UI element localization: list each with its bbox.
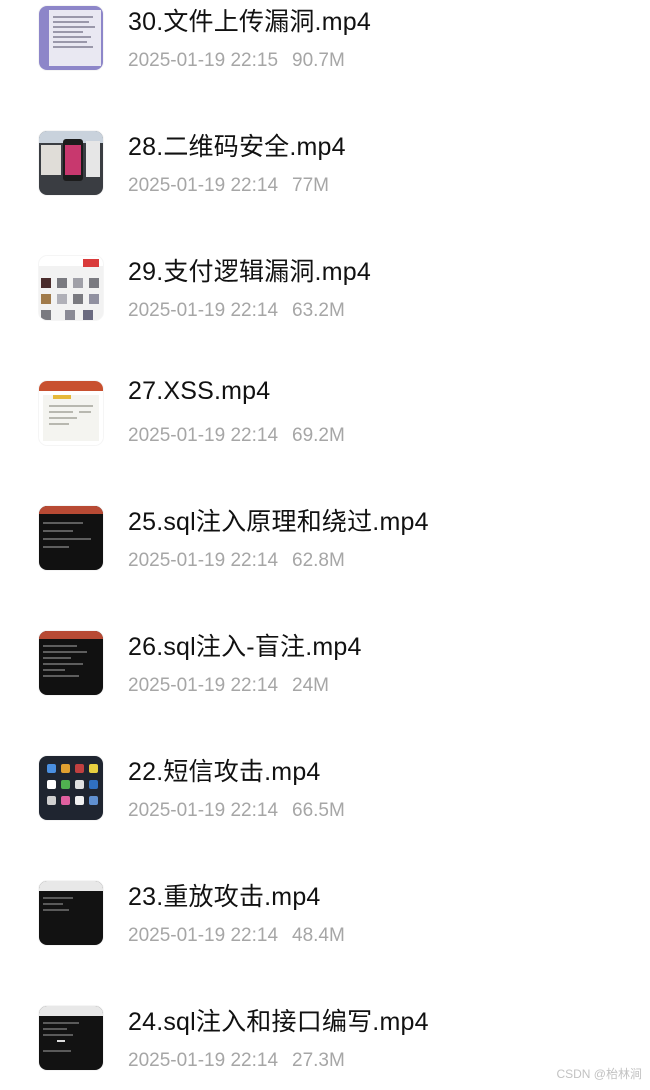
file-meta: 2025-01-19 22:14 27.3M: [128, 1050, 345, 1072]
file-name: 28.二维码安全.mp4: [128, 133, 346, 161]
watermark: CSDN @枱林涧: [556, 1067, 642, 1081]
file-item-23[interactable]: 23.重放攻击.mp4 2025-01-19 22:14 48.4M: [0, 875, 650, 965]
file-date: 2025-01-19 22:14: [128, 175, 279, 196]
file-date: 2025-01-19 22:14: [128, 425, 279, 446]
terminal-thumbnail: [39, 506, 103, 570]
shop-page-thumbnail: [39, 256, 103, 320]
file-meta: 2025-01-19 22:14 69.2M: [128, 425, 345, 447]
file-meta: 2025-01-19 22:14 24M: [128, 675, 329, 697]
file-size: 27.3M: [292, 1050, 345, 1071]
file-name: 27.XSS.mp4: [128, 377, 271, 405]
qr-code-thumbnail: [39, 131, 103, 195]
file-date: 2025-01-19 22:14: [128, 300, 279, 321]
file-meta: 2025-01-19 22:14 48.4M: [128, 925, 345, 947]
file-meta: 2025-01-19 22:14 77M: [128, 175, 329, 197]
file-size: 62.8M: [292, 550, 345, 571]
file-meta: 2025-01-19 22:14 62.8M: [128, 550, 345, 572]
file-size: 69.2M: [292, 425, 345, 446]
file-name: 25.sql注入原理和绕过.mp4: [128, 508, 429, 536]
file-size: 48.4M: [292, 925, 345, 946]
terminal-thumbnail: [39, 631, 103, 695]
file-name: 24.sql注入和接口编写.mp4: [128, 1008, 429, 1036]
file-size: 90.7M: [292, 50, 345, 71]
file-item-22[interactable]: 22.短信攻击.mp4 2025-01-19 22:14 66.5M: [0, 750, 650, 840]
file-meta: 2025-01-19 22:15 90.7M: [128, 50, 345, 72]
file-size: 24M: [292, 675, 329, 696]
file-item-25[interactable]: 25.sql注入原理和绕过.mp4 2025-01-19 22:14 62.8M: [0, 500, 650, 590]
file-size: 77M: [292, 175, 329, 196]
terminal-thumbnail: [39, 881, 103, 945]
file-size: 63.2M: [292, 300, 345, 321]
file-meta: 2025-01-19 22:14 63.2M: [128, 300, 345, 322]
file-item-27[interactable]: 27.XSS.mp4 2025-01-19 22:14 69.2M: [0, 375, 650, 465]
file-name: 30.文件上传漏洞.mp4: [128, 8, 371, 36]
file-date: 2025-01-19 22:14: [128, 925, 279, 946]
file-item-28[interactable]: 28.二维码安全.mp4 2025-01-19 22:14 77M: [0, 125, 650, 215]
terminal-thumbnail: [39, 1006, 103, 1070]
file-item-30[interactable]: 30.文件上传漏洞.mp4 2025-01-19 22:15 90.7M: [0, 0, 650, 90]
file-name: 26.sql注入-盲注.mp4: [128, 633, 362, 661]
file-meta: 2025-01-19 22:14 66.5M: [128, 800, 345, 822]
file-item-26[interactable]: 26.sql注入-盲注.mp4 2025-01-19 22:14 24M: [0, 625, 650, 715]
document-thumbnail: [39, 6, 103, 70]
file-name: 23.重放攻击.mp4: [128, 883, 321, 911]
file-size: 66.5M: [292, 800, 345, 821]
file-date: 2025-01-19 22:14: [128, 1050, 279, 1071]
slide-thumbnail: [39, 381, 103, 445]
file-date: 2025-01-19 22:14: [128, 550, 279, 571]
file-list-page: 30.文件上传漏洞.mp4 2025-01-19 22:15 90.7M 28.二…: [0, 0, 650, 1090]
file-item-24[interactable]: 24.sql注入和接口编写.mp4 2025-01-19 22:14 27.3M: [0, 1000, 650, 1090]
file-date: 2025-01-19 22:15: [128, 50, 279, 71]
phone-home-screen-thumbnail: [39, 756, 103, 820]
file-date: 2025-01-19 22:14: [128, 675, 279, 696]
file-name: 29.支付逻辑漏洞.mp4: [128, 258, 371, 286]
file-item-29[interactable]: 29.支付逻辑漏洞.mp4 2025-01-19 22:14 63.2M: [0, 250, 650, 340]
file-name: 22.短信攻击.mp4: [128, 758, 321, 786]
file-date: 2025-01-19 22:14: [128, 800, 279, 821]
